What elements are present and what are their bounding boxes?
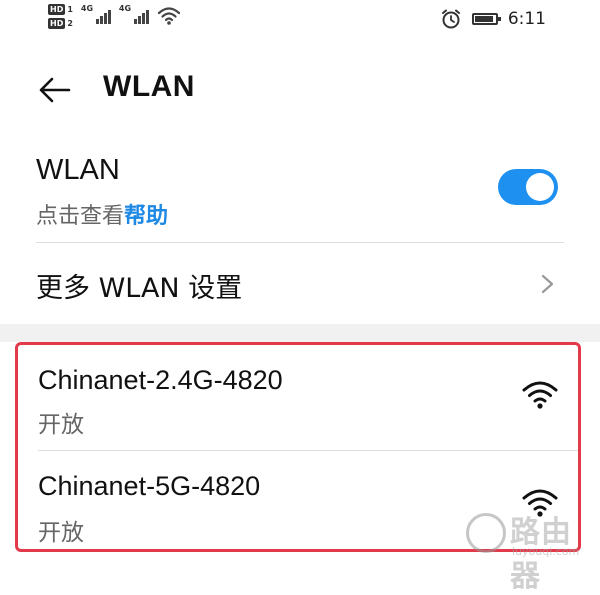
network-name: Chinanet-5G-4820	[38, 471, 261, 501]
signal-icon: 4G	[81, 4, 111, 24]
signal-icon: 4G	[119, 4, 149, 24]
divider	[36, 242, 564, 243]
sim2-slot: 2	[67, 19, 73, 28]
help-link[interactable]: 帮助	[124, 204, 168, 229]
wlan-toggle-row[interactable]: WLAN 点击查看帮助	[0, 150, 600, 242]
section-separator	[0, 324, 600, 342]
watermark-logo-icon	[466, 513, 506, 553]
network-type: 4G	[80, 4, 94, 13]
wifi-icon	[157, 7, 181, 25]
hint-text: 点击查看	[36, 204, 125, 229]
page-title: WLAN	[103, 70, 195, 103]
network-status: 开放	[38, 412, 84, 438]
wlan-label: WLAN	[36, 154, 120, 186]
status-left: HD 1 HD 2 4G 4G	[48, 4, 181, 29]
more-wlan-settings[interactable]: 更多 WLAN 设置	[0, 244, 600, 324]
network-status: 开放	[38, 520, 84, 546]
clock: 6:11	[507, 9, 546, 29]
app-bar: WLAN	[0, 64, 600, 116]
status-right: 6:11	[440, 8, 546, 30]
alarm-icon	[441, 9, 460, 29]
hd-badge: HD	[48, 18, 66, 29]
network-item[interactable]: Chinanet-2.4G-4820 开放	[18, 345, 578, 445]
sim-indicators: HD 1 HD 2	[48, 4, 73, 29]
watermark: 路由器 luyouqi.com	[466, 505, 596, 594]
switch-knob	[526, 173, 554, 201]
chevron-right-icon	[541, 274, 554, 294]
watermark-url: luyouqi.com	[512, 545, 580, 558]
wlan-hint: 点击查看帮助	[36, 198, 168, 230]
arrow-left-icon	[39, 77, 71, 103]
wifi-icon	[522, 381, 558, 409]
network-type: 4G	[118, 4, 132, 13]
network-name: Chinanet-2.4G-4820	[38, 365, 283, 395]
back-button[interactable]	[34, 70, 74, 110]
wlan-switch[interactable]	[498, 169, 558, 205]
sim1-slot: 1	[67, 5, 73, 14]
hd-badge: HD	[48, 4, 66, 15]
battery-icon	[471, 13, 501, 25]
battery-level	[474, 16, 493, 22]
status-bar: HD 1 HD 2 4G 4G 6:11	[0, 0, 600, 44]
more-settings-label: 更多 WLAN 设置	[36, 273, 243, 304]
